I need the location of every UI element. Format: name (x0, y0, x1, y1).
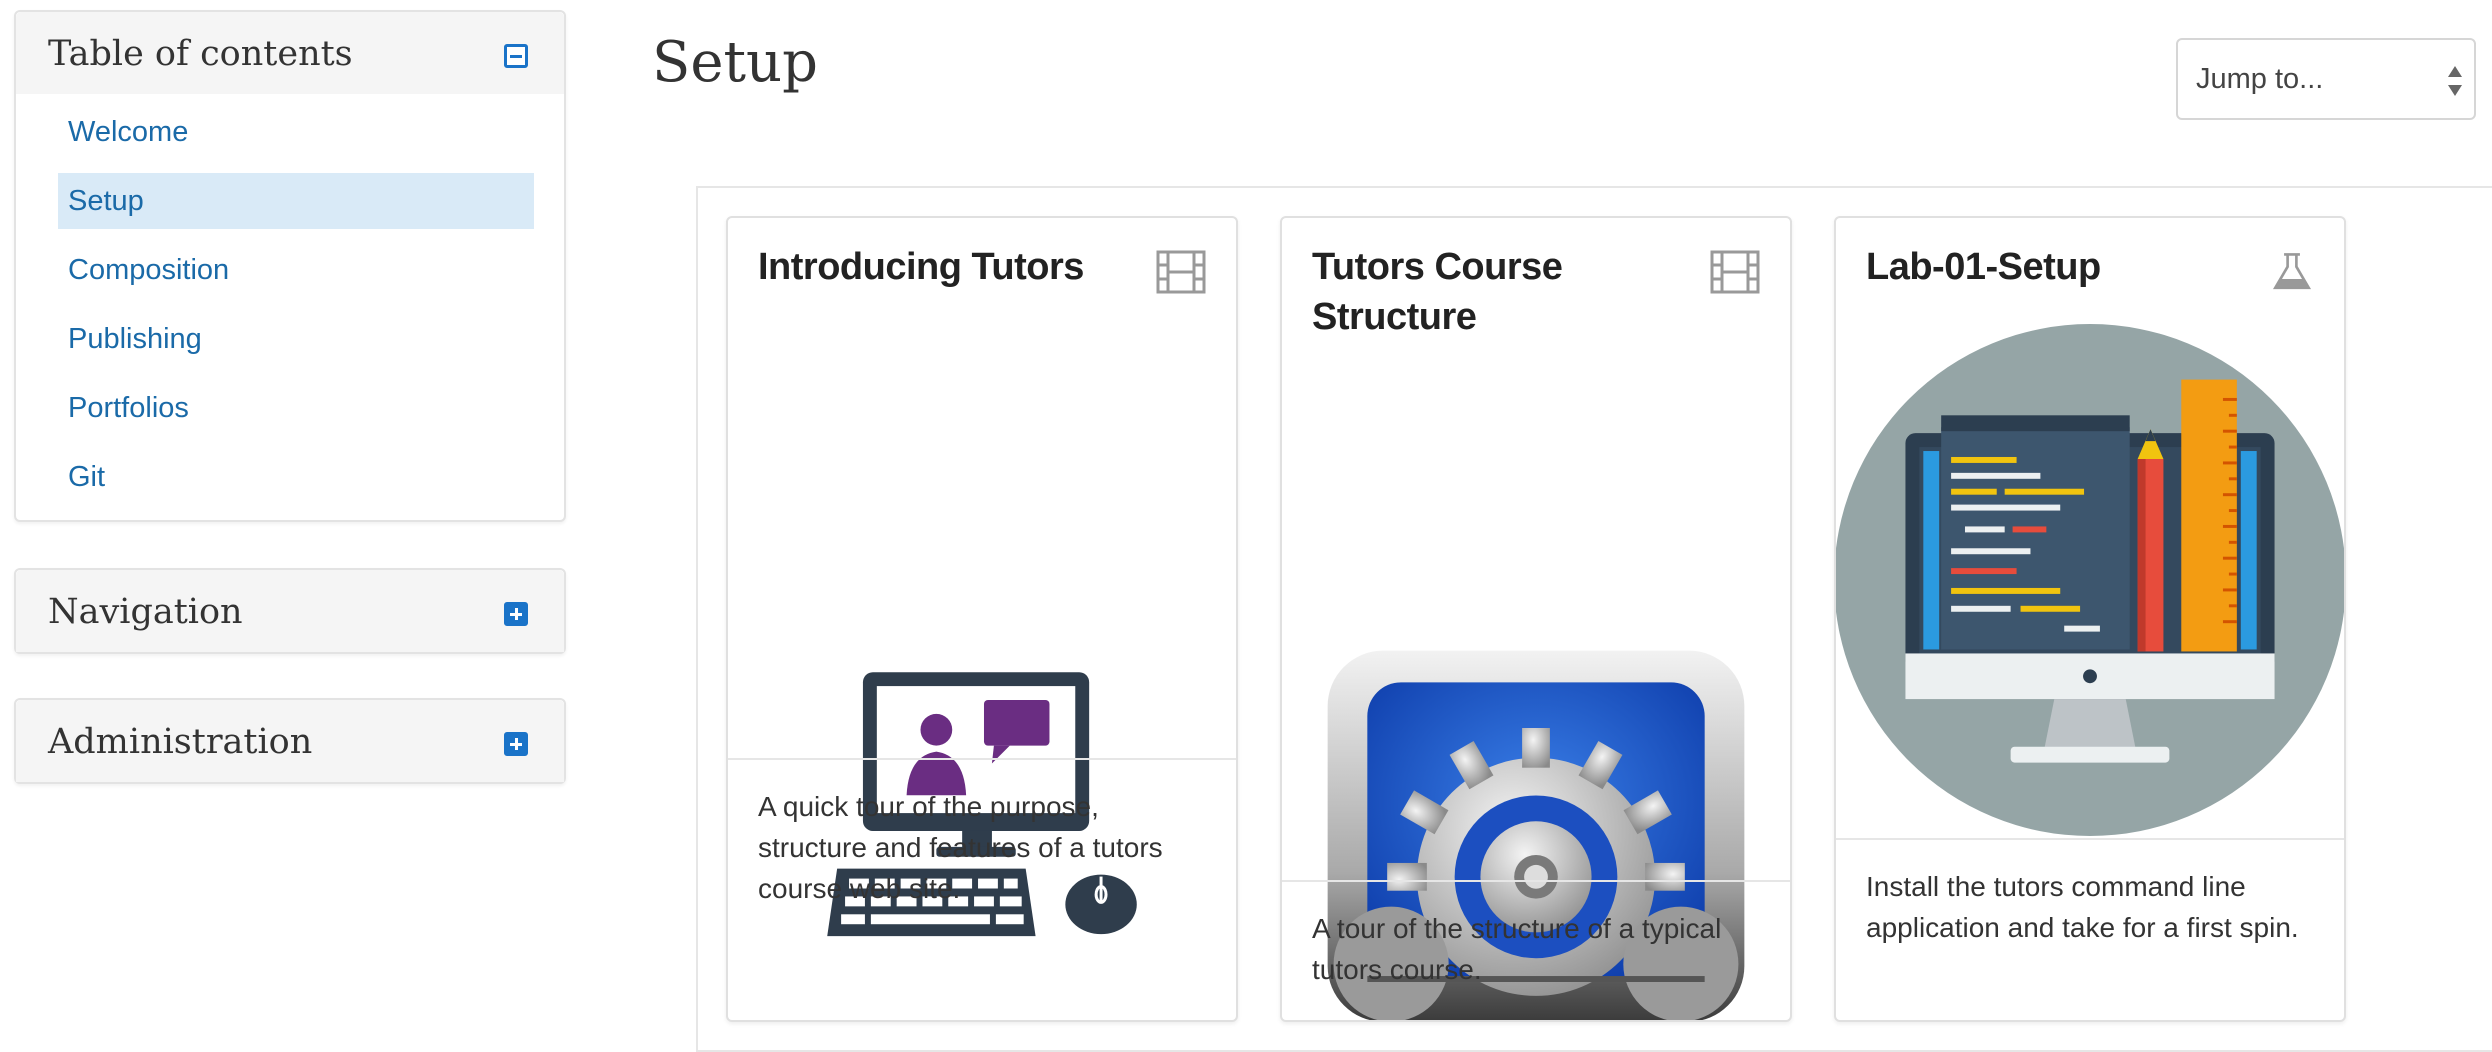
toc-title: Table of contents (48, 34, 353, 74)
administration-block: Administration (14, 698, 566, 784)
administration-title: Administration (48, 722, 313, 762)
toc-item-git[interactable]: Git (58, 449, 534, 505)
card-title[interactable]: Introducing Tutors (758, 242, 1118, 292)
toc-item-publishing[interactable]: Publishing (58, 311, 534, 367)
jump-to-value: Jump to... (2196, 62, 2324, 95)
flask-icon (2272, 253, 2312, 290)
toc-item-welcome[interactable]: Welcome (58, 104, 534, 160)
film-icon (1710, 250, 1760, 294)
toc-header: Table of contents (16, 12, 564, 94)
navigation-block: Navigation (14, 568, 566, 654)
card-description: Install the tutors command line applicat… (1866, 871, 2299, 943)
jump-to-select[interactable]: Jump to... (2176, 38, 2476, 120)
card-introducing-tutors[interactable]: Introducing Tutors A quick tour of the p… (726, 216, 1238, 1022)
card-tutors-course-structure[interactable]: Tutors Course Structure A tour of the st… (1280, 216, 1792, 1022)
card-divider (1282, 880, 1790, 882)
navigation-header[interactable]: Navigation (16, 570, 564, 652)
film-icon (1156, 250, 1206, 294)
expand-icon[interactable] (504, 602, 528, 626)
administration-header[interactable]: Administration (16, 700, 564, 782)
card-divider (728, 758, 1236, 760)
card-description: A quick tour of the purpose, structure a… (758, 791, 1163, 904)
page-title: Setup (652, 30, 818, 95)
toc-item-portfolios[interactable]: Portfolios (58, 380, 534, 436)
card-description: A tour of the structure of a typical tut… (1312, 913, 1722, 985)
card-image-monitor (1836, 324, 2344, 836)
card-lab-01-setup[interactable]: Lab-01-Setup Install the tutors command … (1834, 216, 2346, 1022)
select-arrows-icon (2448, 64, 2462, 98)
collapse-icon[interactable] (504, 44, 528, 68)
toc-list: Welcome Setup Composition Publishing Por… (16, 94, 564, 532)
navigation-title: Navigation (48, 592, 243, 632)
toc-item-composition[interactable]: Composition (58, 242, 534, 298)
card-title[interactable]: Lab-01-Setup (1866, 242, 2226, 292)
card-title[interactable]: Tutors Course Structure (1312, 242, 1672, 342)
toc-item-setup[interactable]: Setup (58, 173, 534, 229)
toc-block: Table of contents Welcome Setup Composit… (14, 10, 566, 522)
expand-icon[interactable] (504, 732, 528, 756)
card-divider (1836, 838, 2344, 840)
